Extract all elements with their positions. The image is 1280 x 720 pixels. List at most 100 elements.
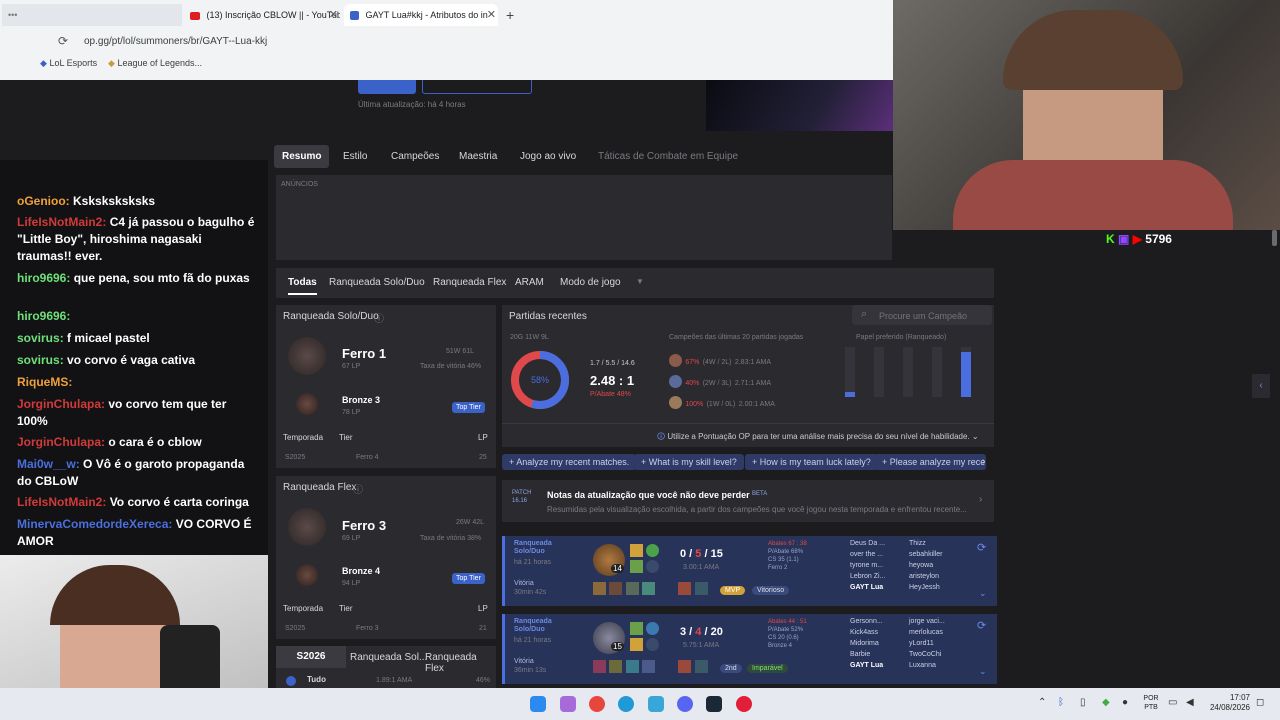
- usb-icon[interactable]: ▯: [1080, 697, 1086, 708]
- tab-youtube[interactable]: (13) Inscrição CBLOW || - YouTub ✕: [186, 4, 340, 26]
- player-name[interactable]: yLord11: [909, 638, 945, 649]
- chat-username[interactable]: sovirus: [17, 331, 60, 345]
- season-tab-flex[interactable]: Ranqueada Flex: [425, 652, 496, 674]
- player-name[interactable]: TwoCoChi: [909, 649, 945, 660]
- player-name[interactable]: merlolucas: [909, 627, 945, 638]
- player-name[interactable]: jorge vaci...: [909, 616, 945, 627]
- chat-username[interactable]: Mai0w__w: [17, 457, 76, 471]
- reload-icon[interactable]: ⟳: [58, 34, 68, 48]
- language-indicator[interactable]: POR PTB: [1140, 694, 1162, 712]
- info-icon[interactable]: ⓘ: [353, 481, 363, 496]
- player-name[interactable]: heyowa: [909, 560, 942, 571]
- riot-icon[interactable]: [736, 696, 752, 712]
- chat-username[interactable]: LifeIsNotMain2: [17, 495, 102, 509]
- chat-username[interactable]: sovirus: [17, 353, 60, 367]
- microphone-icon[interactable]: ●: [1122, 697, 1128, 708]
- ai-chip-team[interactable]: + How is my team luck lately?: [745, 454, 878, 470]
- chat-username[interactable]: hiro9696: [17, 309, 66, 323]
- refresh-icon[interactable]: ⟳: [977, 541, 986, 554]
- system-clock[interactable]: 17:07 24/08/2026: [1208, 693, 1250, 713]
- tab-resumo[interactable]: Resumo: [274, 145, 330, 168]
- volume-icon[interactable]: ◀: [1186, 697, 1194, 708]
- tab-maestria[interactable]: Maestria: [459, 151, 497, 162]
- player-name[interactable]: over the ...: [850, 549, 885, 560]
- season-tab-solo[interactable]: Ranqueada Sol...: [350, 652, 427, 663]
- app-tray-icon[interactable]: ◆: [1102, 697, 1110, 708]
- chat-username[interactable]: JorginChulapa: [17, 435, 101, 449]
- chevron-right-icon[interactable]: ›: [982, 456, 985, 467]
- patch-notes-banner[interactable]: PATCH 16.16 Notas da atualização que voc…: [502, 480, 994, 522]
- discord-icon[interactable]: [677, 696, 693, 712]
- player-name[interactable]: Midorima: [850, 638, 883, 649]
- queue-tab-aram[interactable]: ARAM: [515, 277, 544, 288]
- chat-username[interactable]: JorginChulapa: [17, 397, 101, 411]
- ai-chip-recent[interactable]: + Analyze my recent matches.: [502, 454, 637, 470]
- player-name[interactable]: Thizz: [909, 538, 942, 549]
- queue-tab-flex[interactable]: Ranqueada Flex: [433, 277, 506, 288]
- champion-search[interactable]: ⌕: [852, 305, 992, 325]
- chat-username[interactable]: MinervaComedordeXereca: [17, 517, 168, 531]
- close-icon[interactable]: ✕: [329, 4, 338, 26]
- ai-chip-skill[interactable]: + What is my skill level?: [634, 454, 744, 470]
- chat-username[interactable]: RiqueMS: [17, 375, 68, 389]
- tab-taticas[interactable]: Táticas de Combate em Equipe: [598, 151, 738, 162]
- recent-record: 20G 11W 9L: [510, 334, 549, 341]
- update-button[interactable]: [358, 80, 416, 94]
- tab-opgg[interactable]: GAYT Lua#kkj - Atributos do in ✕: [344, 4, 498, 26]
- network-icon[interactable]: ▭: [1168, 697, 1177, 708]
- address-bar[interactable]: op.gg/pt/lol/summoners/br/GAYT--Lua-kkj: [84, 34, 884, 50]
- start-icon[interactable]: [530, 696, 546, 712]
- edge-icon[interactable]: [618, 696, 634, 712]
- player-name[interactable]: GAYT Lua: [850, 660, 883, 671]
- bookmark-league-of-legends[interactable]: ◆ League of Legends...: [108, 58, 202, 69]
- tab-other[interactable]: •••: [2, 4, 182, 26]
- op-score-tip[interactable]: 🛈 Utilize a Pontuação OP para ter uma an…: [657, 431, 979, 445]
- tab-jogo-ao-vivo[interactable]: Jogo ao vivo: [520, 151, 576, 162]
- chat-username[interactable]: oGenioo: [17, 194, 66, 208]
- chevron-down-icon[interactable]: ⌄: [979, 588, 987, 599]
- champion-search-input[interactable]: [877, 308, 989, 324]
- player-name[interactable]: Gersonn...: [850, 616, 883, 627]
- tab-campeoes[interactable]: Campeões: [391, 151, 439, 162]
- bookmark-lol-esports[interactable]: ◆ LoL Esports: [40, 58, 97, 69]
- chevron-down-icon[interactable]: ▼: [636, 277, 644, 286]
- player-name[interactable]: sebahkiller: [909, 549, 942, 560]
- player-name[interactable]: aristeylon: [909, 571, 942, 582]
- queue-tab-todas[interactable]: Todas: [288, 277, 317, 295]
- new-tab-button[interactable]: +: [506, 7, 514, 23]
- player-name[interactable]: HeyJessh: [909, 582, 942, 593]
- tray-chevron-icon[interactable]: ⌃: [1038, 697, 1046, 708]
- player-name[interactable]: Lebron Zi...: [850, 571, 885, 582]
- player-name[interactable]: tyrone m...: [850, 560, 885, 571]
- bluetooth-icon[interactable]: ᛒ: [1058, 697, 1064, 708]
- season-tab-s2026[interactable]: S2026: [276, 646, 346, 668]
- chat-username[interactable]: LifeIsNotMain2: [17, 215, 102, 229]
- refresh-icon[interactable]: ⟳: [977, 619, 986, 632]
- queue-tab-solo[interactable]: Ranqueada Solo/Duo: [329, 277, 425, 288]
- player-name[interactable]: GAYT Lua: [850, 582, 885, 593]
- player-name[interactable]: Kick4ass: [850, 627, 883, 638]
- ai-chip-analyze[interactable]: + Please analyze my rece: [875, 454, 986, 470]
- info-icon[interactable]: ⓘ: [374, 310, 384, 325]
- queue-tab-modo-de-jogo[interactable]: Modo de jogo: [560, 277, 621, 288]
- twitch-icon: ▣: [1118, 232, 1130, 246]
- notification-icon[interactable]: ◻: [1256, 697, 1264, 708]
- steam-icon[interactable]: [706, 696, 722, 712]
- player-name[interactable]: Barbie: [850, 649, 883, 660]
- app-icon[interactable]: [648, 696, 664, 712]
- tier-graph-button[interactable]: [422, 80, 532, 94]
- player-name[interactable]: Luxanna: [909, 660, 945, 671]
- side-panel-toggle[interactable]: ‹: [1252, 374, 1270, 398]
- scrollbar-thumb[interactable]: [1272, 230, 1277, 246]
- tab-estilo[interactable]: Estilo: [343, 151, 367, 162]
- match-row[interactable]: Ranqueada Solo/Duo há 21 horas Vitória 3…: [502, 614, 997, 684]
- match-row[interactable]: Ranqueada Solo/Duo há 21 horas Vitória 3…: [502, 536, 997, 606]
- ads-panel: ANÚNCIOS: [276, 175, 892, 260]
- close-icon[interactable]: ✕: [487, 4, 496, 26]
- player-name[interactable]: Deus Da ...: [850, 538, 885, 549]
- chevron-down-icon[interactable]: ⌄: [979, 666, 987, 677]
- copilot-icon[interactable]: [560, 696, 576, 712]
- assists: 15: [710, 548, 723, 560]
- chat-username[interactable]: hiro9696: [17, 271, 66, 285]
- chrome-icon[interactable]: [589, 696, 605, 712]
